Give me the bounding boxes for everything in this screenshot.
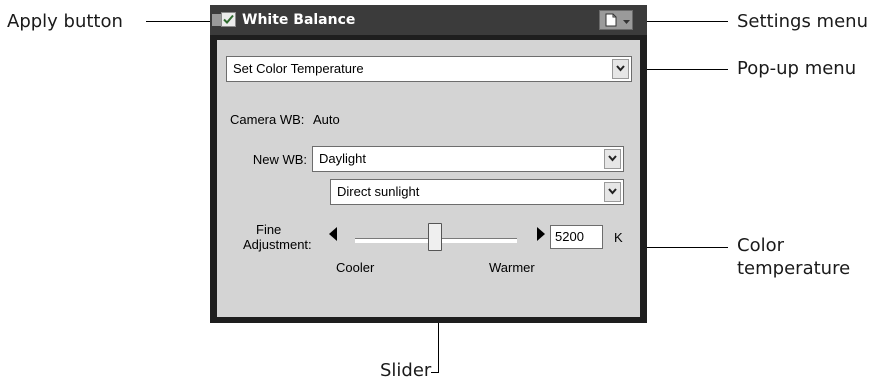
- mode-popup-value: Set Color Temperature: [233, 61, 364, 76]
- white-balance-palette: White Balance Set Color Temperature Came…: [210, 5, 647, 323]
- callout-color-temperature-line1: Color: [737, 235, 784, 256]
- new-wb-dropdown[interactable]: Daylight: [312, 146, 624, 172]
- new-wb-label: New WB:: [252, 152, 307, 167]
- left-arrow-icon[interactable]: [329, 227, 338, 241]
- camera-wb-label: Camera WB:: [230, 112, 305, 127]
- fine-adjustment-label-line1: Fine: [256, 222, 282, 237]
- checkbox-check-icon: [223, 14, 234, 24]
- fine-adjustment-label-line2: Adjustment:: [243, 237, 312, 252]
- light-subtype-value: Direct sunlight: [337, 184, 420, 199]
- color-temperature-value: 5200: [555, 229, 584, 244]
- callout-apply-button: Apply button: [7, 11, 123, 32]
- callout-popup-menu: Pop-up menu: [737, 58, 857, 79]
- callout-color-temperature-line2: temperature: [737, 258, 851, 279]
- settings-menu-button[interactable]: [599, 10, 633, 30]
- slider-thumb[interactable]: [428, 223, 442, 251]
- palette-body: Set Color Temperature Camera WB: Auto Ne…: [217, 40, 640, 317]
- chevron-down-icon: [623, 20, 630, 24]
- callout-settings-menu: Settings menu: [737, 11, 868, 32]
- light-subtype-arrow[interactable]: [604, 182, 621, 202]
- apply-checkbox[interactable]: [221, 12, 236, 27]
- mode-popup-arrow[interactable]: [612, 59, 629, 79]
- leader-settings: [640, 21, 728, 22]
- temperature-unit: K: [614, 230, 623, 245]
- color-temperature-field[interactable]: 5200: [550, 225, 603, 249]
- palette-titlebar[interactable]: White Balance: [210, 5, 647, 35]
- callout-slider: Slider: [380, 360, 432, 381]
- light-subtype-dropdown[interactable]: Direct sunlight: [330, 179, 624, 205]
- camera-wb-value: Auto: [313, 112, 340, 127]
- right-arrow-icon[interactable]: [536, 227, 545, 241]
- dropdown-arrow-icon: [616, 65, 625, 72]
- palette-title: White Balance: [242, 12, 356, 28]
- dropdown-arrow-icon: [608, 188, 617, 195]
- new-wb-value: Daylight: [319, 151, 366, 166]
- warmer-label: Warmer: [489, 260, 535, 275]
- document-icon: [605, 13, 617, 27]
- mode-popup-menu[interactable]: Set Color Temperature: [226, 56, 632, 82]
- new-wb-arrow[interactable]: [604, 149, 621, 169]
- dropdown-arrow-icon: [608, 155, 617, 162]
- cooler-label: Cooler: [336, 260, 375, 275]
